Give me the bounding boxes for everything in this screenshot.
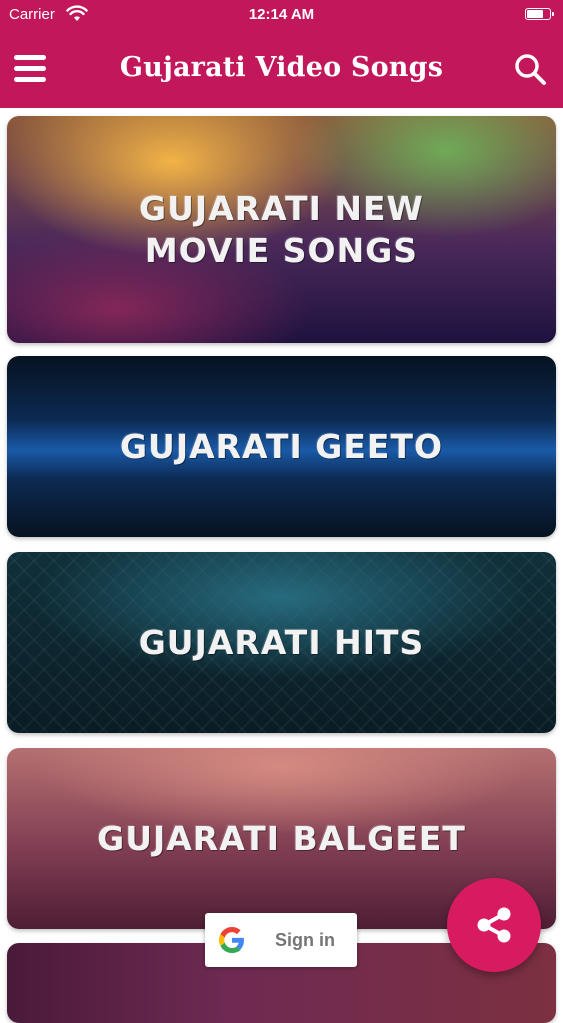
category-label: GUJARATI GEETO — [119, 426, 444, 466]
app-bar: Gujarati Video Songs — [0, 30, 563, 108]
app-title: Gujarati Video Songs — [119, 52, 444, 83]
share-button[interactable] — [447, 878, 541, 972]
battery-icon — [525, 8, 554, 20]
category-card[interactable]: GUJARATI HITS — [7, 552, 556, 733]
status-time: 12:14 AM — [248, 6, 315, 23]
google-sign-in-button[interactable]: Sign in — [205, 913, 357, 967]
category-label: GUJARATI BALGEET — [97, 818, 466, 858]
share-icon — [477, 907, 511, 943]
category-label: GUJARATI NEW MOVIE SONGS — [139, 188, 424, 270]
sign-in-label: Sign in — [275, 929, 335, 950]
category-label: GUJARATI HITS — [138, 622, 425, 662]
category-card[interactable]: GUJARATI GEETO — [7, 356, 556, 537]
search-icon[interactable] — [513, 52, 547, 86]
status-bar: Carrier 12:14 AM — [0, 0, 563, 30]
google-icon — [219, 927, 244, 953]
category-card[interactable]: GUJARATI NEW MOVIE SONGS — [7, 116, 556, 343]
